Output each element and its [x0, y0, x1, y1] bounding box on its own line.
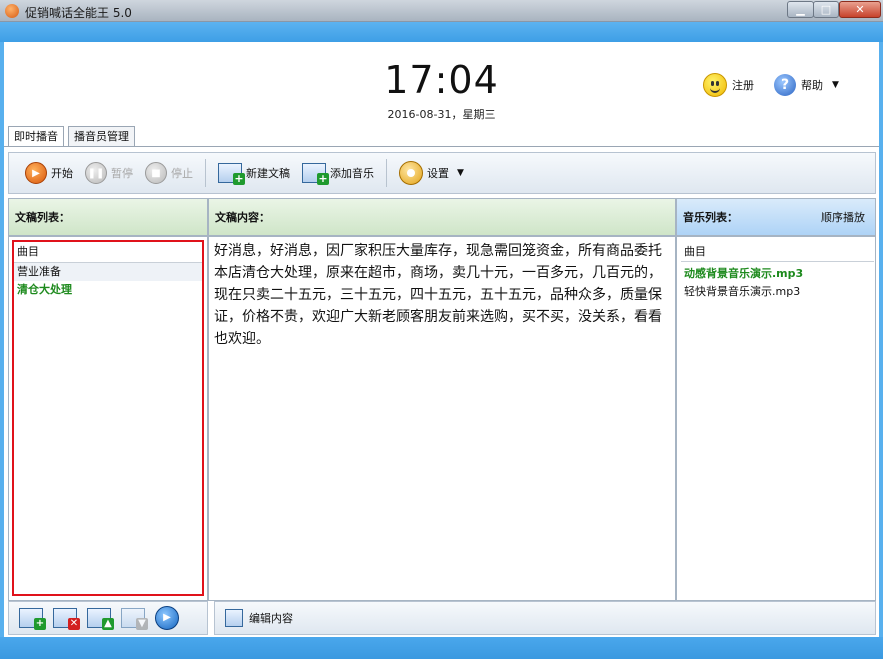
add-music-label: 添加音乐: [330, 167, 374, 180]
bottom-band: [0, 637, 883, 659]
new-script-label: 新建文稿: [246, 167, 290, 180]
frame-left: [0, 42, 4, 637]
close-button[interactable]: ✕: [839, 1, 881, 18]
list-item[interactable]: 轻快背景音乐演示.mp3: [681, 283, 800, 300]
play-mode[interactable]: 顺序播放: [821, 199, 865, 237]
toolbar-separator: [386, 159, 387, 187]
add-music-button[interactable]: + 添加音乐: [296, 158, 380, 188]
smiley-icon: [703, 73, 727, 97]
scripts-list: 曲目 营业准备 清仓大处理: [12, 240, 204, 596]
register-label: 注册: [732, 79, 754, 92]
help-button[interactable]: ? 帮助 ▼: [774, 72, 839, 98]
tab-divider: [4, 146, 879, 147]
music-heading: 音乐列表：: [683, 211, 738, 224]
window-title: 促销喊话全能王 5.0: [25, 6, 132, 20]
scripts-panel-header: 文稿列表：: [8, 198, 208, 236]
frame-right: [879, 42, 883, 637]
play-icon: ▶: [25, 162, 47, 184]
register-button[interactable]: 注册: [703, 72, 754, 98]
toolbar-separator: [205, 159, 206, 187]
scripts-heading: 文稿列表：: [15, 211, 70, 224]
tab-bar: 即时播音 播音员管理: [8, 126, 139, 147]
gear-icon: [399, 161, 423, 185]
scripts-bottom-toolbar: + ✕ ▲ ▼ ▶: [8, 601, 208, 635]
add-music-icon: +: [302, 163, 329, 185]
top-band: [0, 22, 883, 42]
list-item[interactable]: 营业准备: [14, 263, 202, 281]
move-down-icon[interactable]: ▼: [121, 608, 148, 630]
content-heading: 文稿内容：: [215, 211, 270, 224]
settings-button[interactable]: 设置 ▼: [393, 158, 470, 188]
stop-icon: ■: [145, 162, 167, 184]
chevron-down-icon[interactable]: ▼: [457, 168, 464, 178]
content-panel-header: 文稿内容：: [208, 198, 676, 236]
tab-announcer-management[interactable]: 播音员管理: [68, 126, 135, 146]
list-item[interactable]: 清仓大处理: [14, 281, 202, 299]
minimize-button[interactable]: ▁: [787, 1, 814, 18]
new-script-button[interactable]: + 新建文稿: [212, 158, 296, 188]
music-column-header: 曲目: [681, 242, 874, 262]
title-bar: 促销喊话全能王 5.0 ▁ □ ✕: [0, 0, 883, 22]
tab-live-broadcast[interactable]: 即时播音: [8, 126, 64, 147]
stop-label: 停止: [171, 167, 193, 180]
new-document-icon: +: [218, 163, 245, 185]
start-button[interactable]: ▶ 开始: [19, 158, 79, 188]
help-label: 帮助: [801, 79, 823, 92]
settings-label: 设置: [427, 167, 449, 180]
edit-icon: [225, 609, 243, 627]
stop-button[interactable]: ■ 停止: [139, 158, 199, 188]
list-item[interactable]: 动感背景音乐演示.mp3: [681, 265, 803, 282]
pause-label: 暂停: [111, 167, 133, 180]
music-panel-header: 音乐列表： 顺序播放: [676, 198, 876, 236]
app-icon: [5, 4, 19, 18]
start-label: 开始: [51, 167, 73, 180]
scripts-column-header: 曲目: [14, 242, 202, 263]
help-icon: ?: [774, 74, 796, 96]
delete-script-icon[interactable]: ✕: [53, 608, 80, 630]
move-up-icon[interactable]: ▲: [87, 608, 114, 630]
maximize-button[interactable]: □: [813, 1, 839, 18]
add-script-icon[interactable]: +: [19, 608, 46, 630]
clock-date: 2016-08-31，星期三: [387, 108, 496, 121]
chevron-down-icon[interactable]: ▼: [832, 80, 839, 90]
play-icon[interactable]: ▶: [155, 606, 179, 630]
edit-content-button[interactable]: 编辑内容: [249, 610, 293, 626]
pause-icon: ❚❚: [85, 162, 107, 184]
toolbar: ▶ 开始 ❚❚ 暂停 ■ 停止 + 新建文稿 + 添加音乐 设置 ▼: [8, 152, 876, 194]
content-bottom-toolbar: 编辑内容: [214, 601, 876, 635]
pause-button[interactable]: ❚❚ 暂停: [79, 158, 139, 188]
script-content-text[interactable]: 好消息，好消息，因厂家积压大量库存，现急需回笼资金，所有商品委托本店清仓大处理，…: [214, 240, 674, 350]
